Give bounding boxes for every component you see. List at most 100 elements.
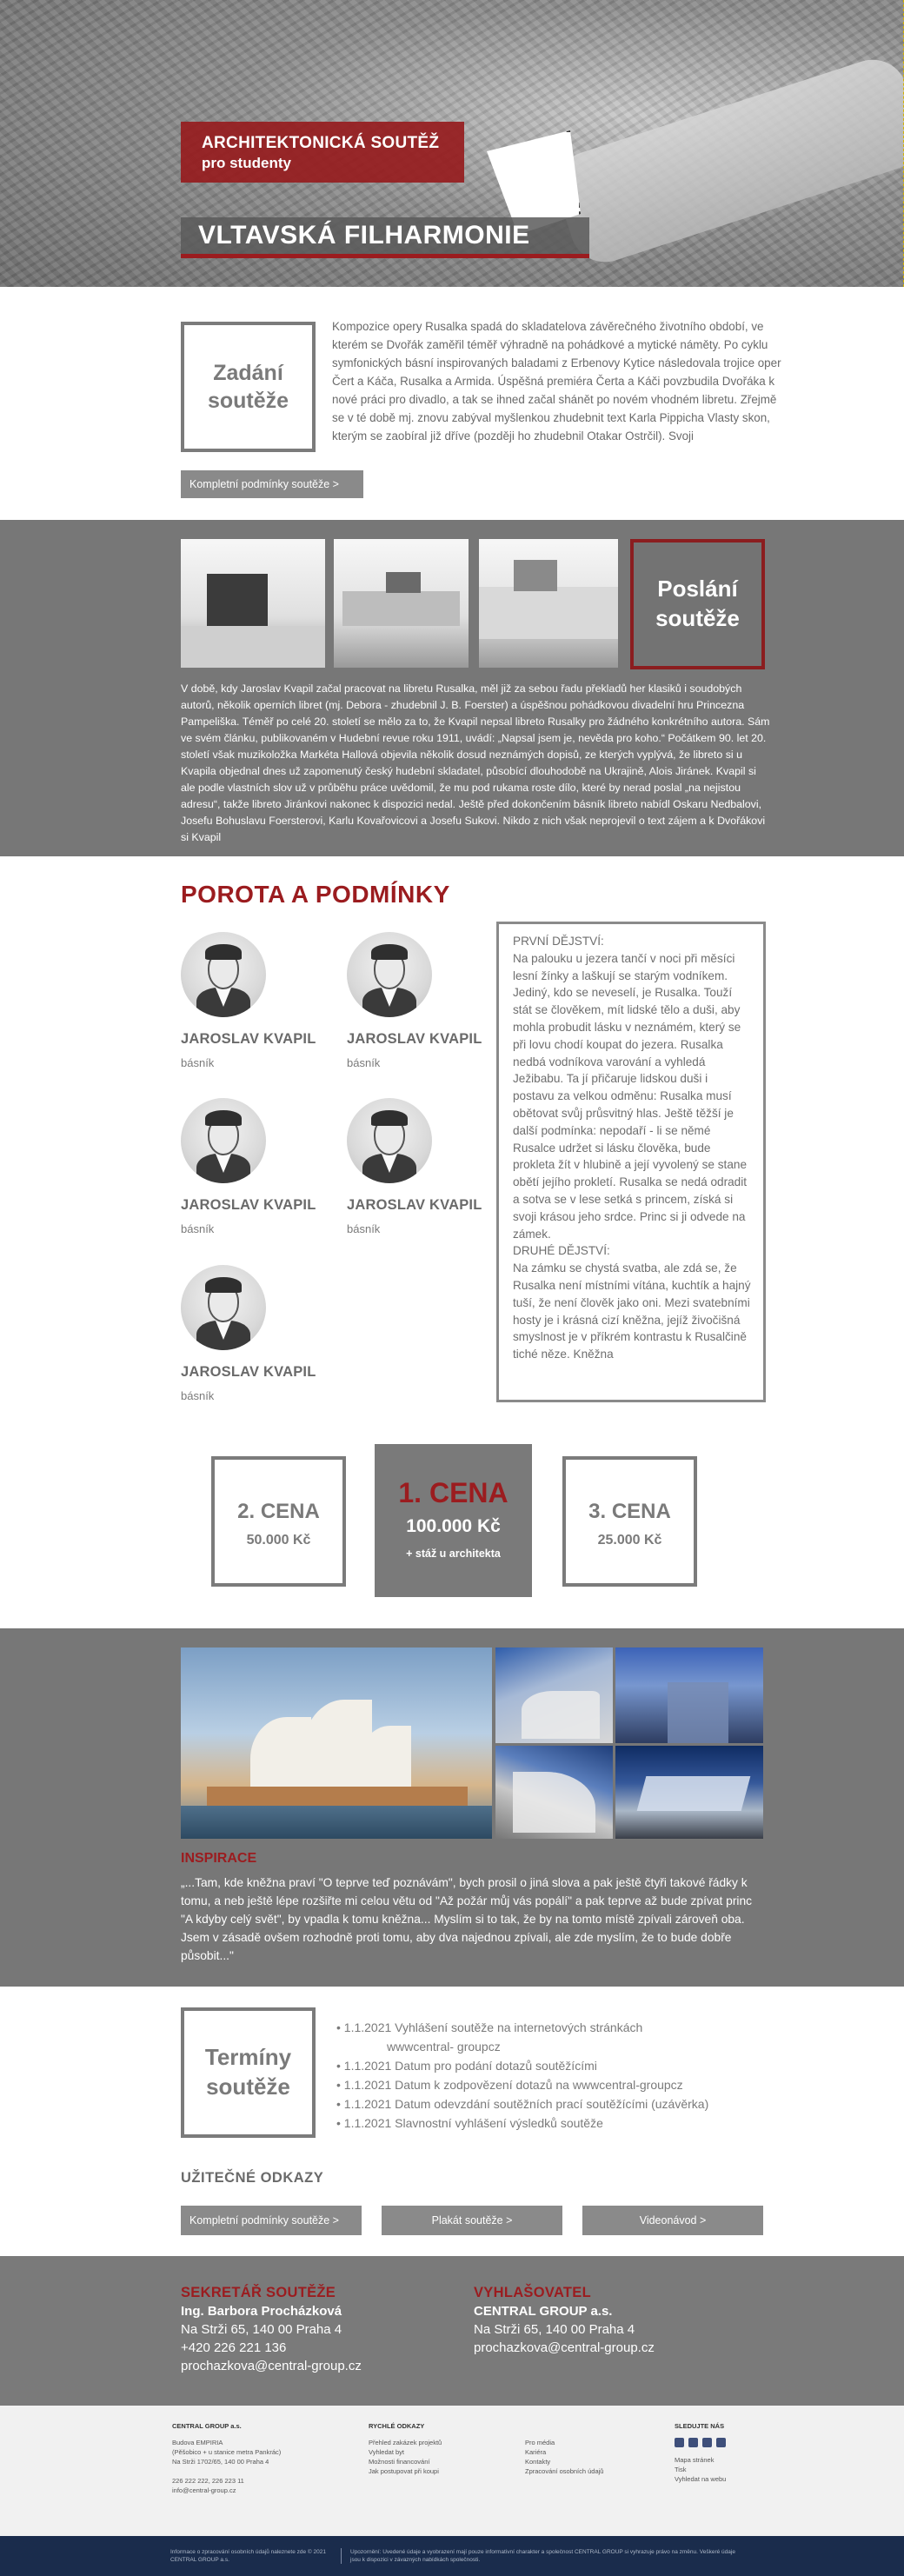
footer-link[interactable]: Tisk — [675, 2465, 730, 2474]
link-video-button[interactable]: Videonávod > — [582, 2206, 763, 2235]
jury-member-name: JAROSLAV KVAPIL — [181, 1364, 316, 1380]
render-image-1 — [181, 539, 325, 668]
footer-link[interactable]: Vyhledat na webu — [675, 2474, 730, 2484]
page: ARCHITEKTONICKÁ SOUTĚŽ pro studenty VLTA… — [0, 0, 904, 2576]
poslani-box-label: Poslání soutěže — [630, 539, 765, 669]
terminy-box-label: Termíny soutěže — [181, 2007, 316, 2138]
twitter-icon[interactable] — [702, 2438, 712, 2447]
announcer-name: CENTRAL GROUP a.s. — [474, 2304, 613, 2319]
footer-social-heading: SLEDUJTE NÁS — [675, 2422, 725, 2430]
zadani-box-label: Zadání soutěže — [181, 322, 316, 452]
prizes-section: 2. CENA 50.000 Kč 1. CENA 100.000 Kč + s… — [0, 1444, 904, 1628]
jury-member: JAROSLAV KVAPIL básník — [347, 932, 503, 1069]
secretary-name: Ing. Barbora Procházková — [181, 2304, 342, 2319]
libreto-textbox[interactable]: PRVNÍ DĚJSTVÍ: Na palouku u jezera tančí… — [496, 922, 766, 1402]
inspirace-label: INSPIRACE — [181, 1851, 257, 1866]
prize-second-title: 2. CENA — [237, 1500, 320, 1523]
footer-link[interactable]: Kariéra — [525, 2447, 603, 2457]
inspirace-quote: „...Tam, kde kněžna praví "O teprve teď … — [181, 1876, 753, 1962]
footer-phone[interactable]: 226 222 222, 226 223 11 — [172, 2476, 281, 2486]
footer-link[interactable]: Možnosti financování — [369, 2457, 442, 2466]
footer-link[interactable]: Pro média — [525, 2438, 603, 2447]
poslani-box-line1: Poslání — [657, 576, 738, 602]
jury-member: JAROSLAV KVAPIL básník — [181, 1098, 337, 1235]
footer-copyright: Informace o zpracování osobních údajů na… — [170, 2549, 326, 2563]
useful-links-heading: UŽITEČNÉ ODKAZY — [181, 2170, 324, 2186]
jury-member-role: básník — [347, 1056, 381, 1069]
instagram-icon[interactable] — [688, 2438, 698, 2447]
zadani-section: Zadání soutěže Kompozice opery Rusalka s… — [0, 287, 904, 520]
prize-first-value: 100.000 Kč — [406, 1516, 501, 1536]
terminy-list: • 1.1.2021 Vyhlášení soutěže na internet… — [336, 2018, 771, 2133]
prize-third-title: 3. CENA — [588, 1500, 671, 1523]
avatar — [347, 1098, 432, 1183]
footer-company: CENTRAL GROUP a.s. Budova EMPIRIA (Pěšob… — [172, 2421, 281, 2495]
social-icons — [675, 2438, 730, 2450]
footer-link[interactable]: Jak postupovat při koupi — [369, 2466, 442, 2476]
jury-member-name: JAROSLAV KVAPIL — [347, 1031, 482, 1047]
terminy-box-line2: soutěže — [206, 2073, 290, 2100]
footer-link[interactable]: Vyhledat byt — [369, 2447, 442, 2457]
hero-badge: ARCHITEKTONICKÁ SOUTĚŽ pro studenty — [181, 122, 464, 183]
link-conditions-button[interactable]: Kompletní podmínky soutěže > — [181, 2206, 362, 2235]
avatar — [181, 1265, 266, 1350]
announcer-email[interactable]: prochazkova@central-group.cz — [474, 2339, 655, 2357]
list-item: • 1.1.2021 Datum pro podání dotazů soutě… — [336, 2059, 597, 2073]
list-item: • 1.1.2021 Vyhlášení soutěže na internet… — [336, 2020, 643, 2034]
footer-line: Na Strži 1702/65, 140 00 Praha 4 — [172, 2458, 269, 2466]
secretary-phone[interactable]: +420 226 221 136 — [181, 2339, 362, 2357]
announcer-address: Na Strži 65, 140 00 Praha 4 — [474, 2322, 635, 2337]
site-footer: CENTRAL GROUP a.s. Budova EMPIRIA (Pěšob… — [0, 2406, 904, 2536]
footer-email[interactable]: info@central-group.cz — [172, 2486, 281, 2495]
hero-badge-line2: pro studenty — [202, 155, 291, 171]
footer-disclaimer: Upozornění: Uvedené údaje a vyobrazení m… — [341, 2548, 741, 2564]
render-image-2 — [334, 539, 469, 668]
secretary-email[interactable]: prochazkova@central-group.cz — [181, 2357, 362, 2375]
prize-first-title: 1. CENA — [398, 1477, 508, 1508]
architecture-photo-3 — [495, 1746, 613, 1839]
zadani-conditions-button[interactable]: Kompletní podmínky soutěže > — [181, 470, 363, 498]
secretary-address: Na Strži 65, 140 00 Praha 4 — [181, 2322, 342, 2337]
libreto-text: PRVNÍ DĚJSTVÍ: Na palouku u jezera tančí… — [513, 935, 751, 1361]
jury-member-name: JAROSLAV KVAPIL — [181, 1197, 316, 1213]
footer-links-2: Pro média Kariéra Kontakty Zpracování os… — [525, 2438, 603, 2476]
jury-member-name: JAROSLAV KVAPIL — [347, 1197, 482, 1213]
contact-section: SEKRETÁŘ SOUTĚŽE Ing. Barbora Procházkov… — [0, 2256, 904, 2406]
footer-link[interactable]: Mapa stránek — [675, 2455, 730, 2465]
linkedin-icon[interactable] — [716, 2438, 726, 2447]
footer-quick-links-heading: RYCHLÉ ODKAZY — [369, 2422, 425, 2430]
list-item: • 1.1.2021 Slavnostní vyhlášení výsledků… — [336, 2116, 603, 2130]
terminy-box-line1: Termíny — [204, 2044, 292, 2071]
footer-link[interactable]: Zpracování osobních údajů — [525, 2466, 603, 2476]
porota-heading: POROTA A PODMÍNKY — [181, 881, 450, 908]
jury-member: JAROSLAV KVAPIL básník — [347, 1098, 503, 1235]
secretary-heading: SEKRETÁŘ SOUTĚŽE — [181, 2285, 336, 2300]
prize-first: 1. CENA 100.000 Kč + stáž u architekta — [375, 1444, 532, 1597]
avatar — [181, 1098, 266, 1183]
facebook-icon[interactable] — [675, 2438, 684, 2447]
footer-line — [172, 2466, 281, 2476]
poslani-text: V době, kdy Jaroslav Kvapil začal pracov… — [181, 682, 770, 843]
architecture-photo-4 — [615, 1746, 763, 1839]
zadani-box-line1: Zadání — [213, 360, 283, 385]
secretary-block: SEKRETÁŘ SOUTĚŽE Ing. Barbora Procházkov… — [181, 2284, 362, 2375]
poslani-section: Poslání soutěže V době, kdy Jaroslav Kva… — [0, 520, 904, 856]
poslani-box-line2: soutěže — [655, 605, 740, 631]
list-item: wwwcentral- groupcz — [387, 2040, 501, 2053]
announcer-block: VYHLAŠOVATEL CENTRAL GROUP a.s. Na Strži… — [474, 2284, 655, 2357]
jury-member-name: JAROSLAV KVAPIL — [181, 1031, 316, 1047]
footer-line: (Pěšobico + u stanice metra Pankrác) — [172, 2448, 282, 2456]
prize-second: 2. CENA 50.000 Kč — [211, 1456, 346, 1587]
jury-member-role: básník — [347, 1222, 381, 1235]
footer-link[interactable]: Přehled zakázek projektů — [369, 2438, 442, 2447]
footer-company-heading: CENTRAL GROUP a.s. — [172, 2422, 242, 2430]
announcer-heading: VYHLAŠOVATEL — [474, 2285, 591, 2300]
prize-first-extra: + stáž u architekta — [406, 1548, 501, 1560]
prize-second-value: 50.000 Kč — [246, 1533, 311, 1548]
terminy-section: Termíny soutěže • 1.1.2021 Vyhlášení sou… — [0, 1987, 904, 2256]
footer-bottom-bar: Informace o zpracování osobních údajů na… — [0, 2536, 904, 2576]
list-item: • 1.1.2021 Datum odevzdání soutěžních pr… — [336, 2097, 709, 2111]
prize-third-value: 25.000 Kč — [597, 1533, 662, 1548]
link-poster-button[interactable]: Plakát soutěže > — [382, 2206, 562, 2235]
footer-link[interactable]: Kontakty — [525, 2457, 603, 2466]
